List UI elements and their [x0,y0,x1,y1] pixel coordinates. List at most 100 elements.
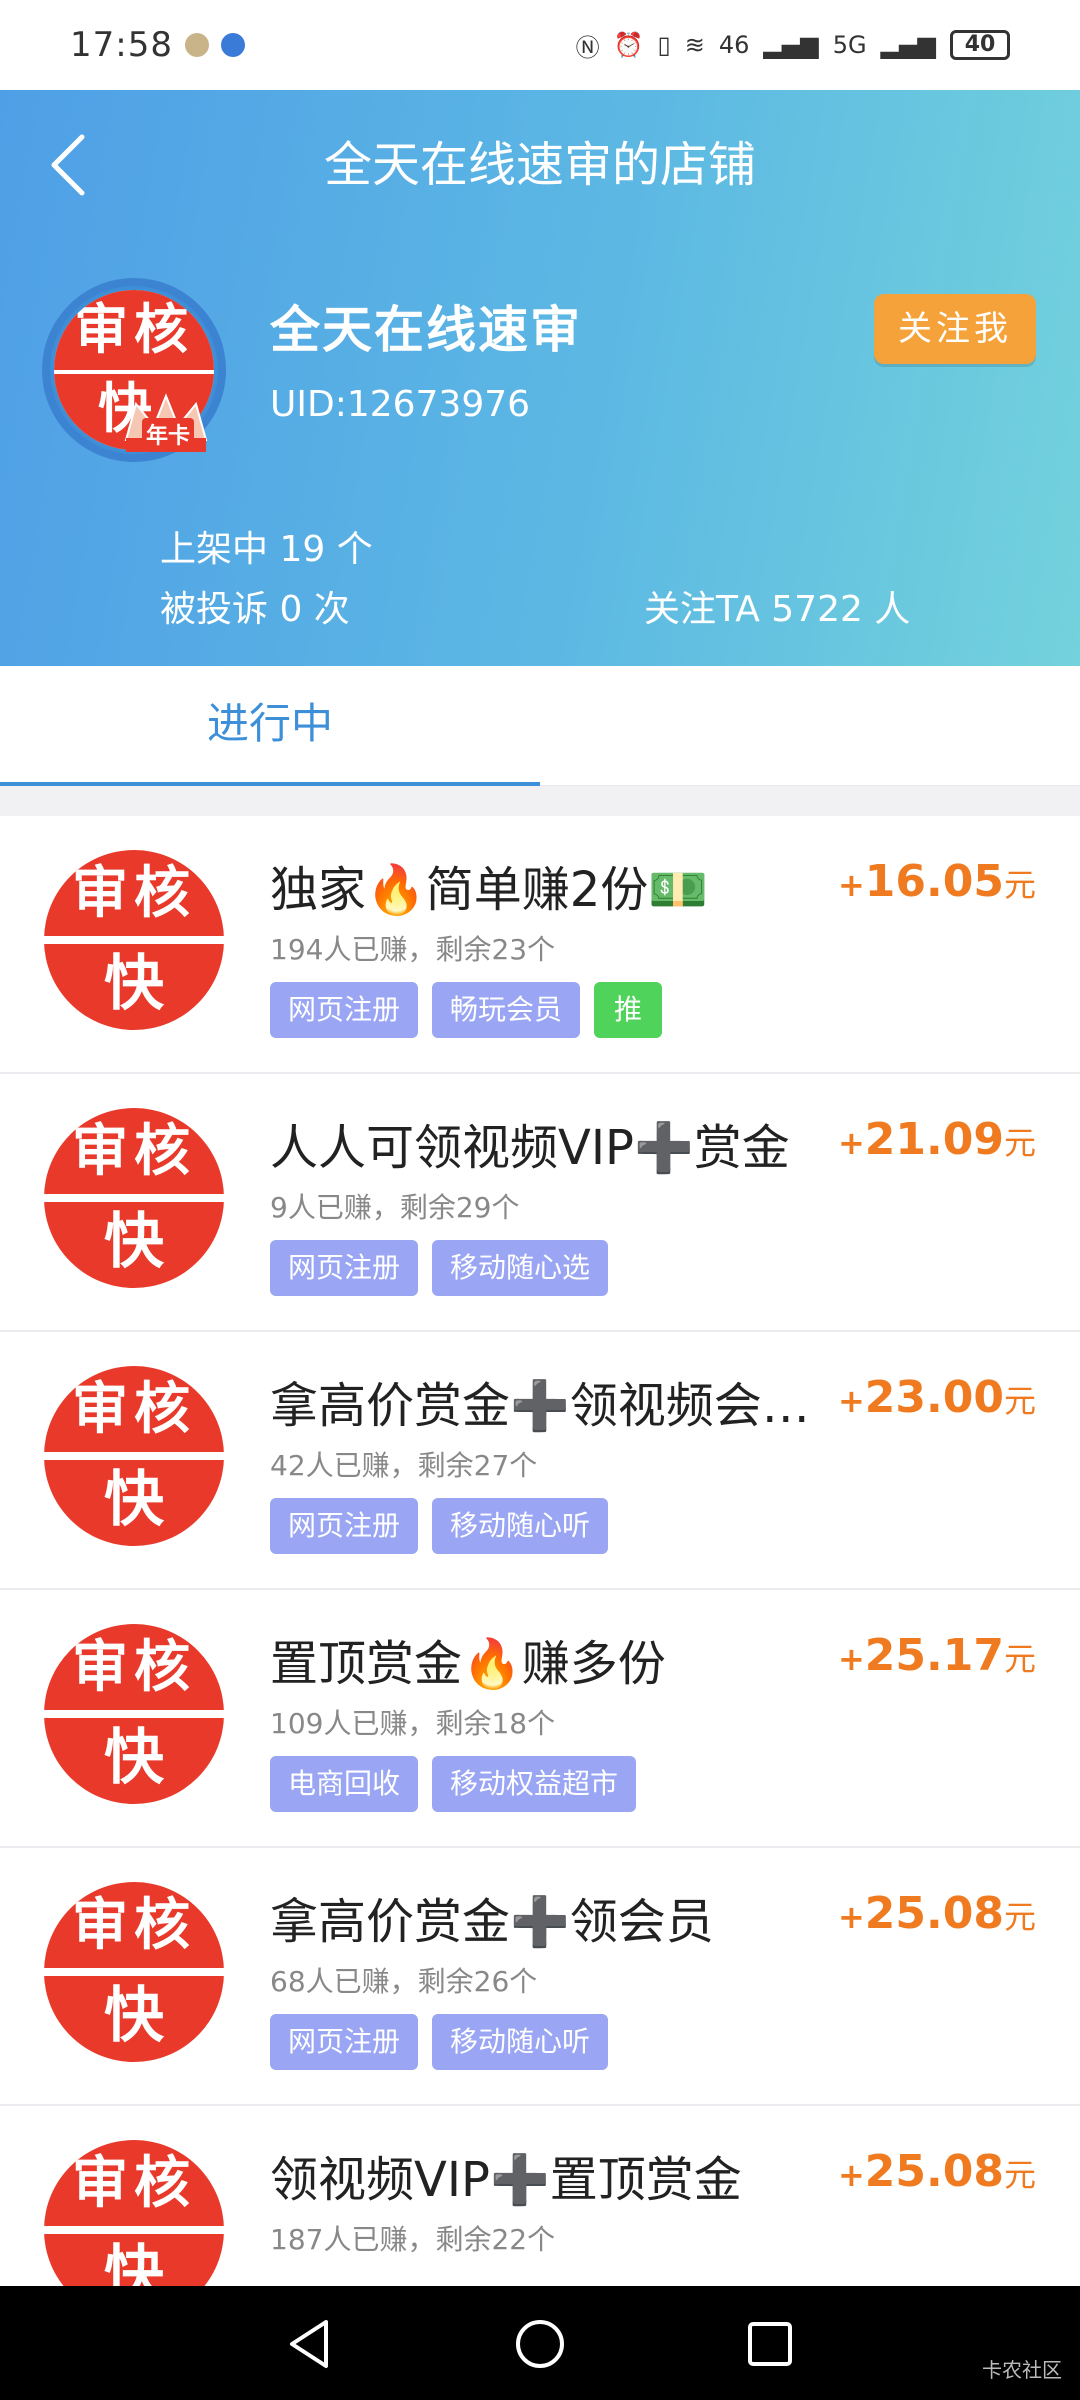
task-price: +25.08元 [838,2146,1036,2197]
status-time: 17:58 [70,25,173,65]
task-tags: 网页注册 移动随心选 [270,1240,609,1296]
price-plus-sign: + [837,1640,865,1678]
task-tag: 网页注册 [270,982,419,1038]
signal-5g-label: 5G [832,31,867,59]
price-unit: 元 [1003,866,1036,904]
task-tag: 移动随心听 [432,1498,609,1554]
task-price: +25.17元 [838,1630,1036,1681]
shop-avatar-top: 审核 [54,290,214,370]
price-amount: 25.08 [864,2146,1004,2197]
nfc-icon: Ⓝ [575,33,600,62]
home-nav-icon[interactable] [510,2314,570,2374]
shop-uid: UID:12673976 [270,384,531,425]
status-right: Ⓝ ⏰ ▯ ≋ 46 ▂▄▆ 5G ▂▄▆ 40 [576,28,1010,63]
task-item[interactable]: 审核快领视频VIP➕置顶赏金 187人已赚，剩余22个 +25.08元 [0,2106,1080,2286]
task-item[interactable]: 审核快拿高价赏金➕领会员 68人已赚，剩余26个网页注册 移动随心听 +25.08元 [0,1848,1080,2106]
price-unit: 元 [1003,2156,1036,2194]
signal-icon: ▂▄▆ [763,31,819,59]
shop-name: 全天在线速审 [270,301,582,359]
task-avatar-top: 审核 [44,2140,224,2227]
task-item[interactable]: 审核快置顶赏金🔥赚多份 109人已赚，剩余18个电商回收 移动权益超市 +25.17元 [0,1590,1080,1848]
task-item[interactable]: 审核快人人可领视频VIP➕赏金 9人已赚，剩余29个 网页注册 移动随心选 +21.09… [0,1074,1080,1332]
task-avatar-bottom: 快 [44,1459,224,1546]
page-title: 全天在线速审的店铺 [323,137,756,193]
navigation-bar [0,2286,1080,2400]
recommend-badge: 推 [594,982,663,1038]
task-title: 拿高价赏金➕领会员 [270,1894,714,1950]
section-divider [0,786,1080,816]
price-amount: 21.09 [864,1114,1004,1165]
wifi-icon: ≋ [684,31,705,59]
price-plus-sign: + [837,1898,865,1936]
follower-count: 关注TA 5722 人 [644,589,911,630]
watermark: 卡农社区 [982,2358,1062,2382]
task-avatar-top: 审核 [44,1882,224,1969]
task-price: +23.00元 [838,1372,1036,1423]
task-item[interactable]: 审核快拿高价赏金➕领视频会… 42人已赚，剩余27个 网页注册 移动随心听 +23.00… [0,1332,1080,1590]
task-tags: 网页注册 畅玩会员推 [270,982,663,1038]
task-tag: 畅玩会员 [432,982,581,1038]
task-meta: 187人已赚，剩余22个 [270,2223,556,2256]
task-title: 置顶赏金🔥赚多份 [270,1636,666,1692]
tab-in-progress[interactable]: 进行中 [0,666,540,786]
browser-icon [220,33,245,57]
alarm-icon: ⏰ [613,31,644,59]
task-title: 独家🔥简单赚2份💵 [270,862,709,918]
price-unit: 元 [1003,1898,1036,1936]
task-price: +25.08元 [838,1888,1036,1939]
task-tag: 移动随心听 [432,2014,609,2070]
task-tags: 网页注册 移动随心听 [270,2014,609,2070]
task-avatar-bottom: 快 [44,1975,224,2062]
task-avatar-top: 审核 [44,1624,224,1711]
vibrate-icon: ▯ [657,31,671,59]
task-avatar-bottom: 快 [44,2233,224,2286]
battery-icon: 40 [950,30,1010,60]
task-avatar: 审核快 [44,1108,224,1288]
follow-button[interactable]: 关注我 [874,294,1036,364]
task-price: +16.05元 [838,856,1036,907]
price-unit: 元 [1003,1640,1036,1678]
price-plus-sign: + [837,1382,865,1420]
price-plus-sign: + [837,1124,865,1162]
task-avatar: 审核快 [44,1624,224,1804]
task-tag: 移动随心选 [432,1240,609,1296]
task-tag: 网页注册 [270,1498,419,1554]
signal-4g-label: 46 [718,31,750,59]
listed-count: 上架中 19 个 [160,529,373,570]
task-meta: 68人已赚，剩余26个 [270,1965,538,1998]
task-meta: 42人已赚，剩余27个 [270,1449,538,1482]
status-left: 17:58 [70,25,245,65]
task-avatar-top: 审核 [44,1108,224,1195]
task-avatar-bottom: 快 [44,1201,224,1288]
status-bar: 17:58 Ⓝ ⏰ ▯ ≋ 46 ▂▄▆ 5G ▂▄▆ 40 [0,0,1080,90]
task-title: 人人可领视频VIP➕赏金 [270,1120,790,1176]
notification-icon [184,33,209,57]
price-amount: 25.17 [864,1630,1004,1681]
task-tag: 网页注册 [270,1240,419,1296]
task-avatar-bottom: 快 [44,943,224,1030]
task-meta: 109人已赚，剩余18个 [270,1707,556,1740]
shop-header: 全天在线速审的店铺 审核 快 年卡 全天在线速审 UID:12673976 关注… [0,90,1080,666]
task-avatar-top: 审核 [44,850,224,937]
task-meta: 194人已赚，剩余23个 [270,933,556,966]
task-tag: 移动权益超市 [432,1756,637,1812]
recents-nav-icon[interactable] [740,2314,800,2374]
back-nav-icon[interactable] [280,2314,340,2374]
task-tags: 电商回收 移动权益超市 [270,1756,637,1812]
price-unit: 元 [1003,1382,1036,1420]
task-tags: 网页注册 移动随心听 [270,1498,609,1554]
task-title: 拿高价赏金➕领视频会… [270,1378,810,1434]
tab-bar: 进行中 [0,666,1080,786]
task-tag: 网页注册 [270,2014,419,2070]
price-plus-sign: + [837,2156,865,2194]
task-avatar: 审核快 [44,2140,224,2286]
task-avatar: 审核快 [44,850,224,1030]
task-avatar: 审核快 [44,1882,224,2062]
task-price: +21.09元 [838,1114,1036,1165]
price-unit: 元 [1003,1124,1036,1162]
price-amount: 25.08 [864,1888,1004,1939]
task-list: 审核快独家🔥简单赚2份💵 194人已赚，剩余23个 网页注册 畅玩会员推 +16.05元… [0,816,1080,2286]
complaint-count: 被投诉 0 次 [160,589,350,630]
task-item[interactable]: 审核快独家🔥简单赚2份💵 194人已赚，剩余23个网页注册 畅玩会员推 +16.05元 [0,816,1080,1074]
task-title: 领视频VIP➕置顶赏金 [270,2152,742,2208]
